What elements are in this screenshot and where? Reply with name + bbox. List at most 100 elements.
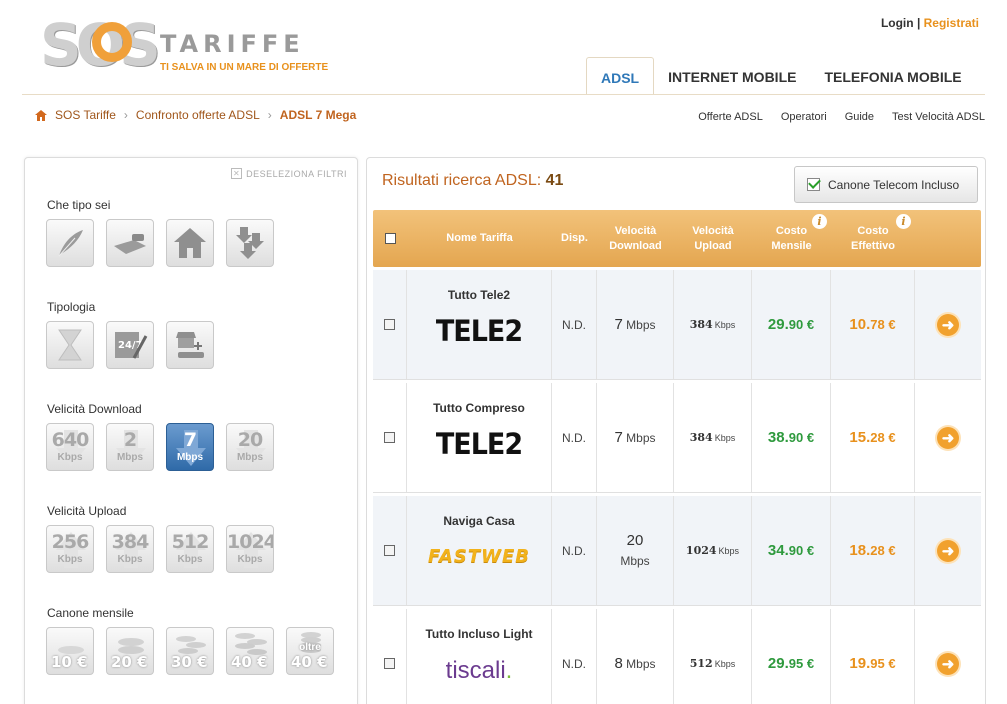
download-speed-options: 640 Kbps 2 Mbps 7 Mbps 20 Mbps [46,423,274,471]
upload-unit: Kbps [177,554,203,565]
disp-cell: N.D. [552,496,597,605]
upload-value: 384 [111,531,150,553]
plan-name[interactable]: Tutto Incluso Light [425,627,532,641]
operator-logo-tiscali: tiscali. [446,657,513,685]
download-unit: Mbps [116,452,144,463]
upload-256kbps-option[interactable]: 256 Kbps [46,525,94,573]
upload-speed-value: 1024 [685,544,717,557]
feather-icon[interactable] [46,219,94,267]
operator-logo-tiscali-text: tiscali [445,657,506,684]
arrow-right-icon[interactable]: ➜ [937,313,959,336]
plan-name[interactable]: Tutto Compreso [433,401,525,415]
canone-30-option[interactable]: 30 € [166,627,214,675]
hourglass-icon[interactable] [46,321,94,369]
operator-logo-tele2: TELE2 [435,314,523,349]
subnav-offerte-adsl[interactable]: Offerte ADSL [698,111,763,123]
register-link[interactable]: Registrati [924,16,979,30]
tab-telefonia-mobile[interactable]: TELEFONIA MOBILE [810,57,975,95]
subnav-guide[interactable]: Guide [845,111,874,123]
laptop-coffee-icon[interactable] [106,219,154,267]
breadcrumb-confronto[interactable]: Confronto offerte ADSL [136,108,260,122]
filter-title-tipologia: Tipologia [47,300,96,314]
table-row[interactable]: Tutto Tele2 TELE2 N.D. 7 Mbps 384 Kbps 29… [373,270,981,380]
download-7mbps-option[interactable]: 7 Mbps [166,423,214,471]
monthly-cost-int: 38. [767,429,789,446]
col-velocita-upload[interactable]: Velocità Upload [674,210,752,267]
home-icon[interactable] [35,109,47,121]
info-icon[interactable]: i [812,214,827,229]
login-link[interactable]: Login [881,16,914,30]
canone-telecom-toggle[interactable]: Canone Telecom Incluso [794,166,978,203]
row-checkbox[interactable] [384,658,395,669]
monthly-cost-int: 29. [767,655,789,672]
breadcrumb-home[interactable]: SOS Tariffe [55,108,116,122]
row-checkbox[interactable] [384,319,395,330]
col-costo-mensile[interactable]: Costo Mensile i [752,210,831,267]
download-speed-value: 7 [614,429,623,446]
upload-cell: 384 Kbps [674,270,752,379]
upload-cell: 1024 Kbps [674,496,752,605]
canone-oltre-40-option[interactable]: oltre 40 € [286,627,334,675]
main-tabs: ADSL INTERNET MOBILE TELEFONIA MOBILE [586,57,976,95]
canone-20-option[interactable]: 20 € [106,627,154,675]
tipologia-options: 24/7 [46,321,214,369]
col-action [915,210,981,267]
arrow-right-icon[interactable]: ➜ [937,426,959,449]
download-value: 20 [237,429,263,451]
row-select-cell [373,383,407,492]
info-icon[interactable]: i [896,214,911,229]
deselect-filters-label: DESELEZIONA FILTRI [246,168,347,179]
subnav-operatori[interactable]: Operatori [781,111,827,123]
download-speed-unit: Mbps [626,317,656,332]
plan-name[interactable]: Tutto Tele2 [448,288,510,302]
row-checkbox[interactable] [384,545,395,556]
col-nome-tariffa[interactable]: Nome Tariffa [407,210,552,267]
action-cell: ➜ [915,383,981,492]
download-boxes-icon[interactable] [226,219,274,267]
row-select-cell [373,270,407,379]
monthly-cost-dec: 90 € [788,543,815,558]
upload-384kbps-option[interactable]: 384 Kbps [106,525,154,573]
checkbox-checked-icon[interactable] [807,178,820,191]
table-row[interactable]: Naviga Casa FASTWEB N.D. 20 Mbps 1024 Kbps… [373,496,981,606]
col-velocita-download[interactable]: Velocità Download [597,210,674,267]
plan-name[interactable]: Naviga Casa [443,514,514,528]
effective-cost-cell: 18.28 € [831,496,915,605]
select-all-checkbox[interactable] [384,233,396,244]
canone-40-option[interactable]: 40 € [226,627,274,675]
download-20mbps-option[interactable]: 20 Mbps [226,423,274,471]
download-640kbps-option[interactable]: 640 Kbps [46,423,94,471]
always-on-24-7-icon[interactable]: 24/7 [106,321,154,369]
header-divider [22,94,985,95]
canone-value: 40 € [291,653,328,671]
col-costo-mensile-label: Costo Mensile [771,224,812,252]
house-icon[interactable] [166,219,214,267]
col-disp[interactable]: Disp. [552,210,597,267]
table-row[interactable]: Tutto Compreso TELE2 N.D. 7 Mbps 384 Kbps… [373,383,981,493]
subnav-test-velocita[interactable]: Test Velocità ADSL [892,111,985,123]
col-costo-effettivo[interactable]: Costo Effettivo i [831,210,915,267]
tab-adsl[interactable]: ADSL [586,57,655,95]
monthly-cost-int: 29. [767,316,789,333]
arrow-right-icon[interactable]: ➜ [937,539,959,562]
canone-options: 10 € 20 € 30 € 40 € oltre 40 € [46,627,334,675]
tab-internet-mobile[interactable]: INTERNET MOBILE [654,57,810,95]
table-row[interactable]: Tutto Incluso Light tiscali. N.D. 8 Mbps… [373,609,981,704]
upload-value: 512 [171,531,210,553]
deselect-filters-button[interactable]: ✕ DESELEZIONA FILTRI [231,168,347,179]
upload-speed-unit: Kbps [718,545,740,556]
upload-1024kbps-option[interactable]: 1024 Kbps [226,525,274,573]
site-logo[interactable]: SOS TARIFFE TI SALVA IN UN MARE DI OFFER… [40,12,340,78]
row-select-cell [373,496,407,605]
download-cell: 20 Mbps [597,496,674,605]
upload-512kbps-option[interactable]: 512 Kbps [166,525,214,573]
arrow-right-icon[interactable]: ➜ [937,652,959,675]
effective-cost-dec: 95 € [870,656,896,671]
close-box-icon: ✕ [231,168,243,179]
download-unit: Mbps [236,452,264,463]
phone-modem-icon[interactable] [166,321,214,369]
row-checkbox[interactable] [384,432,395,443]
filter-title-upload: Velicità Upload [47,504,127,518]
download-2mbps-option[interactable]: 2 Mbps [106,423,154,471]
canone-10-option[interactable]: 10 € [46,627,94,675]
